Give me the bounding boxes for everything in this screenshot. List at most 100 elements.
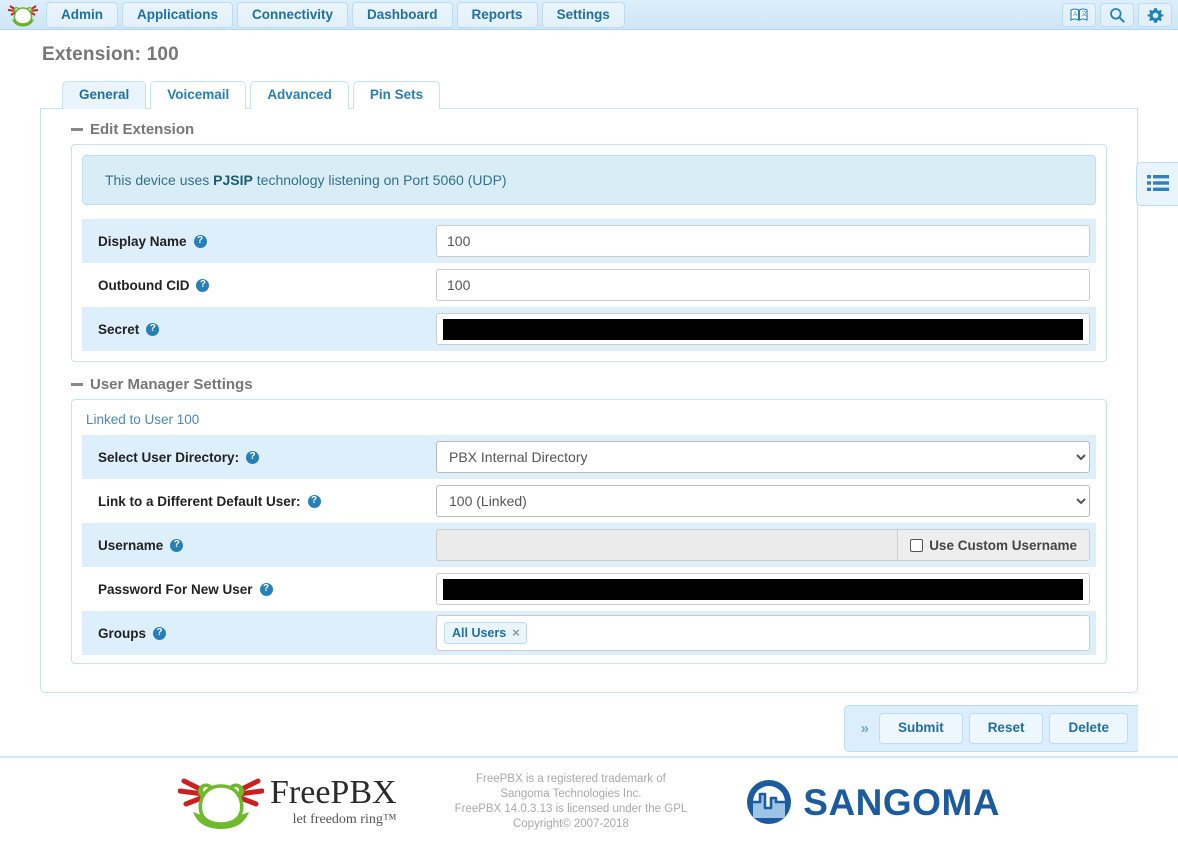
freepbx-frog-icon — [178, 778, 264, 829]
action-button-bar: » Submit Reset Delete — [843, 705, 1138, 752]
svg-text:文: 文 — [1081, 10, 1087, 18]
select-user-directory-label: Select User Directory: — [98, 449, 240, 465]
username-control: Use Custom Username — [436, 529, 1094, 561]
link-default-user-dropdown[interactable]: 100 (Linked) — [436, 485, 1090, 517]
groups-label: Groups — [98, 625, 147, 641]
link-default-user-control: 100 (Linked) — [436, 485, 1094, 517]
help-icon[interactable]: ? — [196, 278, 210, 292]
secret-control — [436, 313, 1094, 345]
username-label-wrap: Username ? — [84, 538, 436, 553]
sangoma-footer-logo: SANGOMA — [745, 778, 1000, 826]
info-prefix: This device uses — [105, 172, 214, 188]
display-name-control — [436, 225, 1094, 257]
password-input[interactable] — [436, 573, 1090, 605]
footer-legal-text: FreePBX is a registered trademark of San… — [455, 772, 688, 832]
reset-button[interactable]: Reset — [968, 713, 1044, 744]
tab-pin-sets[interactable]: Pin Sets — [352, 81, 441, 109]
outbound-cid-input[interactable] — [436, 269, 1090, 301]
freepbx-frog-logo[interactable] — [6, 2, 40, 28]
nav-item-dashboard[interactable]: Dashboard — [352, 1, 453, 28]
delete-button[interactable]: Delete — [1049, 713, 1128, 744]
row-groups: Groups ? All Users × — [82, 611, 1096, 655]
sangoma-waveform-icon — [747, 780, 792, 824]
tab-advanced[interactable]: Advanced — [250, 81, 349, 109]
row-link-default-user: Link to a Different Default User: ? 100 … — [82, 479, 1096, 523]
password-label-wrap: Password For New User ? — [84, 582, 436, 597]
help-icon[interactable]: ? — [246, 450, 260, 464]
groups-label-wrap: Groups ? — [84, 626, 436, 641]
outbound-cid-label-wrap: Outbound CID ? — [84, 278, 436, 293]
edit-extension-fieldset: This device uses PJSIP technology listen… — [71, 144, 1107, 362]
help-icon[interactable]: ? — [307, 494, 321, 508]
link-default-user-label: Link to a Different Default User: — [98, 493, 301, 509]
edit-extension-section-header[interactable]: Edit Extension — [71, 121, 1125, 138]
user-manager-section-header[interactable]: User Manager Settings — [71, 376, 1125, 393]
user-manager-section-title: User Manager Settings — [90, 376, 253, 393]
help-icon[interactable]: ? — [153, 626, 167, 640]
nav-item-connectivity[interactable]: Connectivity — [237, 1, 349, 28]
groups-tag-input[interactable]: All Users × — [436, 615, 1090, 651]
secret-input[interactable] — [436, 313, 1090, 345]
legal-line-3: FreePBX 14.0.3.13 is licensed under the … — [454, 803, 688, 815]
use-custom-username-label: Use Custom Username — [929, 537, 1077, 553]
password-control — [436, 573, 1094, 605]
row-outbound-cid: Outbound CID ? — [82, 263, 1096, 307]
password-redaction-bar — [443, 578, 1083, 600]
nav-item-applications[interactable]: Applications — [122, 1, 234, 28]
nav-item-reports[interactable]: Reports — [456, 1, 538, 28]
help-icon[interactable]: ? — [146, 322, 160, 336]
outbound-cid-control — [436, 269, 1094, 301]
select-user-directory-dropdown[interactable]: PBX Internal Directory — [436, 441, 1090, 473]
nav-items: Admin Applications Connectivity Dashboar… — [46, 1, 625, 28]
freepbx-tagline: let freedom ring™ — [292, 812, 397, 827]
username-label: Username — [98, 537, 164, 553]
freepbx-wordmark-block: FreePBX let freedom ring™ — [270, 776, 397, 828]
username-input-group: Use Custom Username — [436, 529, 1090, 561]
tab-voicemail[interactable]: Voicemail — [150, 81, 247, 109]
search-icon[interactable] — [1100, 3, 1134, 27]
secret-label: Secret — [98, 321, 140, 337]
display-name-label: Display Name — [98, 233, 187, 249]
tab-general[interactable]: General — [62, 81, 147, 109]
remove-tag-icon[interactable]: × — [512, 625, 520, 640]
password-label: Password For New User — [98, 581, 253, 597]
side-panel-toggle[interactable] — [1136, 162, 1178, 206]
page-title: Extension: 100 — [42, 44, 179, 65]
list-menu-icon[interactable] — [1146, 174, 1169, 195]
page-footer: FreePBX let freedom ring™ FreePBX is a r… — [0, 756, 1178, 846]
row-username: Username ? Use Custom Username — [82, 523, 1096, 567]
row-secret: Secret ? — [82, 307, 1096, 351]
language-icon[interactable]: A 文 — [1062, 3, 1096, 27]
secret-redaction-bar — [443, 318, 1083, 340]
groups-control: All Users × — [436, 615, 1094, 651]
submit-button[interactable]: Submit — [878, 713, 963, 744]
page-wrapper: Extension: 100 General Voicemail Advance… — [0, 44, 1178, 753]
gear-icon[interactable] — [1138, 3, 1172, 27]
help-icon[interactable]: ? — [170, 538, 184, 552]
collapse-minus-icon[interactable] — [71, 128, 83, 131]
row-display-name: Display Name ? — [82, 219, 1096, 263]
legal-line-4: Copyright© 2007-2018 — [512, 818, 629, 830]
use-custom-username-checkbox[interactable] — [910, 538, 924, 552]
help-icon[interactable]: ? — [259, 582, 273, 596]
group-tag-all-users[interactable]: All Users × — [444, 622, 527, 644]
edit-extension-section-title: Edit Extension — [90, 121, 195, 138]
legal-line-1: FreePBX is a registered trademark of — [475, 773, 666, 785]
username-input — [436, 529, 898, 561]
help-icon[interactable]: ? — [193, 234, 207, 248]
info-technology: PJSIP — [213, 172, 253, 188]
secret-label-wrap: Secret ? — [84, 322, 436, 337]
collapse-minus-icon[interactable] — [71, 383, 83, 386]
chevron-right-icon[interactable]: » — [857, 720, 873, 737]
display-name-input[interactable] — [436, 225, 1090, 257]
select-user-directory-control: PBX Internal Directory — [436, 441, 1094, 473]
nav-item-admin[interactable]: Admin — [46, 1, 118, 28]
extension-form-panel: Edit Extension This device uses PJSIP te… — [40, 109, 1138, 693]
freepbx-brand-name: FreePBX — [270, 774, 397, 811]
outbound-cid-label: Outbound CID — [98, 277, 190, 293]
link-default-user-label-wrap: Link to a Different Default User: ? — [84, 494, 436, 509]
use-custom-username-toggle[interactable]: Use Custom Username — [897, 529, 1090, 561]
nav-item-settings[interactable]: Settings — [541, 1, 625, 28]
svg-text:A: A — [1073, 12, 1077, 18]
user-manager-fieldset: Linked to User 100 Select User Directory… — [71, 399, 1107, 664]
